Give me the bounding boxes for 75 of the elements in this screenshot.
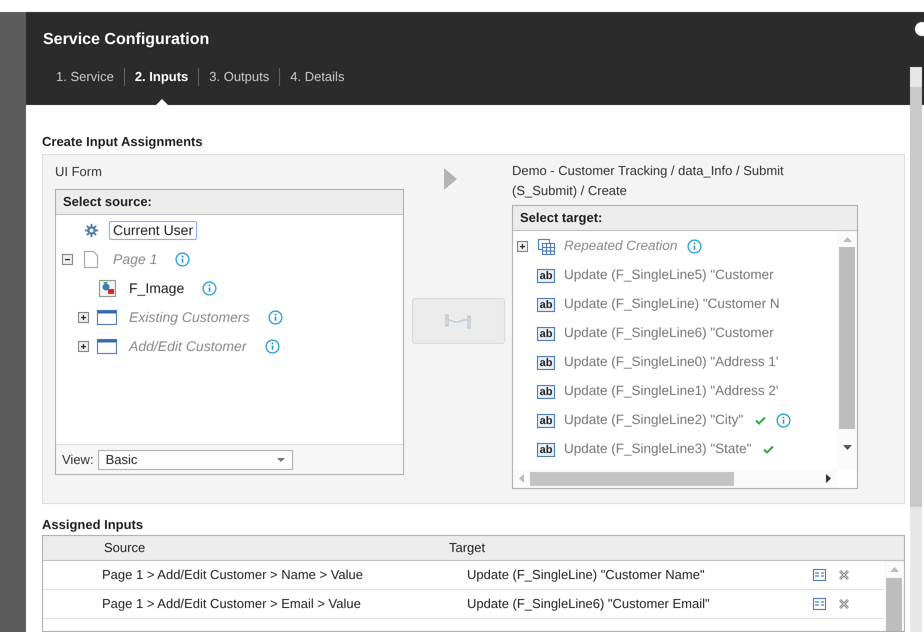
check-icon <box>763 445 774 454</box>
dialog-title: Service Configuration <box>43 30 210 50</box>
caret-icon <box>276 458 285 462</box>
close-icon[interactable] <box>910 20 924 38</box>
gear-icon <box>84 223 98 238</box>
horizontal-scrollbar[interactable] <box>513 469 837 488</box>
dialog-scrollbar[interactable] <box>910 67 922 632</box>
scroll-left-icon[interactable] <box>519 474 524 483</box>
info-icon[interactable] <box>202 281 218 296</box>
tree-item[interactable]: F_Image <box>125 279 188 298</box>
target-item[interactable]: Update (F_SingleLine1) "Address 2' <box>564 381 778 402</box>
scroll-down-icon[interactable] <box>842 445 852 450</box>
collapse-icon[interactable] <box>62 254 73 265</box>
table-cell-text: Page 1 > Add/Edit Customer > Name > Value <box>102 566 364 584</box>
edit-icon[interactable] <box>813 569 826 581</box>
info-icon[interactable] <box>175 252 190 267</box>
tree-item[interactable]: Existing Customers <box>125 308 254 327</box>
target-item[interactable]: Update (F_SingleLine) "Customer N <box>564 294 780 315</box>
tab[interactable]: 3. Outputs <box>209 67 270 87</box>
tab[interactable]: 4. Details <box>290 67 344 87</box>
column-header: Target <box>449 539 486 558</box>
text-field-icon: ab <box>536 356 556 370</box>
target-header: Select target: <box>513 206 857 231</box>
info-icon[interactable] <box>776 413 792 428</box>
section-title: Create Input Assignments <box>42 134 204 150</box>
target-item[interactable]: Update (F_SingleLine2) "City" <box>564 410 744 431</box>
expand-icon[interactable] <box>78 341 89 352</box>
scroll-up-icon[interactable] <box>842 237 852 242</box>
text-field-icon: ab <box>536 326 556 340</box>
expand-icon[interactable] <box>517 241 528 252</box>
text-field-icon: ab <box>536 268 556 282</box>
info-icon[interactable] <box>268 310 283 325</box>
table-cell-text: Update (F_SingleLine) "Customer Name" <box>467 566 706 584</box>
edit-icon[interactable] <box>813 598 826 610</box>
vertical-scrollbar[interactable] <box>837 231 857 469</box>
arrow-icon <box>444 168 456 190</box>
vertical-scrollbar[interactable] <box>884 561 904 631</box>
image-icon <box>98 280 116 297</box>
tab[interactable]: 1. Service <box>56 67 114 87</box>
tree-item[interactable]: Add/Edit Customer <box>125 337 250 356</box>
table-cell-text: Page 1 > Add/Edit Customer > Email > Value <box>102 595 362 614</box>
expand-icon[interactable] <box>78 312 89 323</box>
table-cell-text: Update (F_SingleLine6) "Customer Email" <box>467 595 711 614</box>
source-header: Select source: <box>56 190 403 215</box>
panel-icon <box>97 339 117 354</box>
column-header: Source <box>104 539 146 558</box>
text-field-icon: ab <box>536 414 556 428</box>
scroll-right-icon[interactable] <box>826 474 831 483</box>
target-item[interactable]: Update (F_SingleLine6) "Customer <box>564 323 774 344</box>
page-icon <box>83 251 99 268</box>
info-icon[interactable] <box>687 239 702 254</box>
view-select[interactable]: Basic <box>98 450 293 470</box>
scroll-up-icon[interactable] <box>890 567 898 572</box>
tree-item[interactable]: Page 1 <box>109 250 162 269</box>
tree-item[interactable]: Current User <box>109 221 198 240</box>
text-field-icon: ab <box>536 298 556 312</box>
panel-icon <box>97 310 117 325</box>
info-icon[interactable] <box>264 339 280 354</box>
target-item[interactable]: Update (F_SingleLine5) "Customer <box>564 265 774 286</box>
text-field-icon: ab <box>536 442 556 456</box>
text-field-icon: ab <box>536 384 556 398</box>
view-label: View: <box>62 450 94 469</box>
delete-icon[interactable] <box>838 598 850 610</box>
check-icon <box>755 416 766 425</box>
target-item[interactable]: Update (F_SingleLine0) "Address 1' <box>564 352 778 373</box>
tab[interactable]: 2. Inputs <box>134 67 188 87</box>
selected-tab-pointer <box>154 99 169 106</box>
source-title: UI Form <box>55 163 103 180</box>
delete-icon[interactable] <box>838 569 850 581</box>
target-title: Demo - Customer Tracking / data_Info / Submit (S_Submit) / Create <box>512 162 785 200</box>
connect-icon <box>444 313 472 329</box>
table-icon <box>538 238 554 254</box>
target-item[interactable]: Repeated Creation <box>564 236 678 257</box>
assigned-title: Assigned Inputs <box>42 517 144 533</box>
target-item[interactable]: Update (F_SingleLine3) "State" <box>564 439 752 460</box>
